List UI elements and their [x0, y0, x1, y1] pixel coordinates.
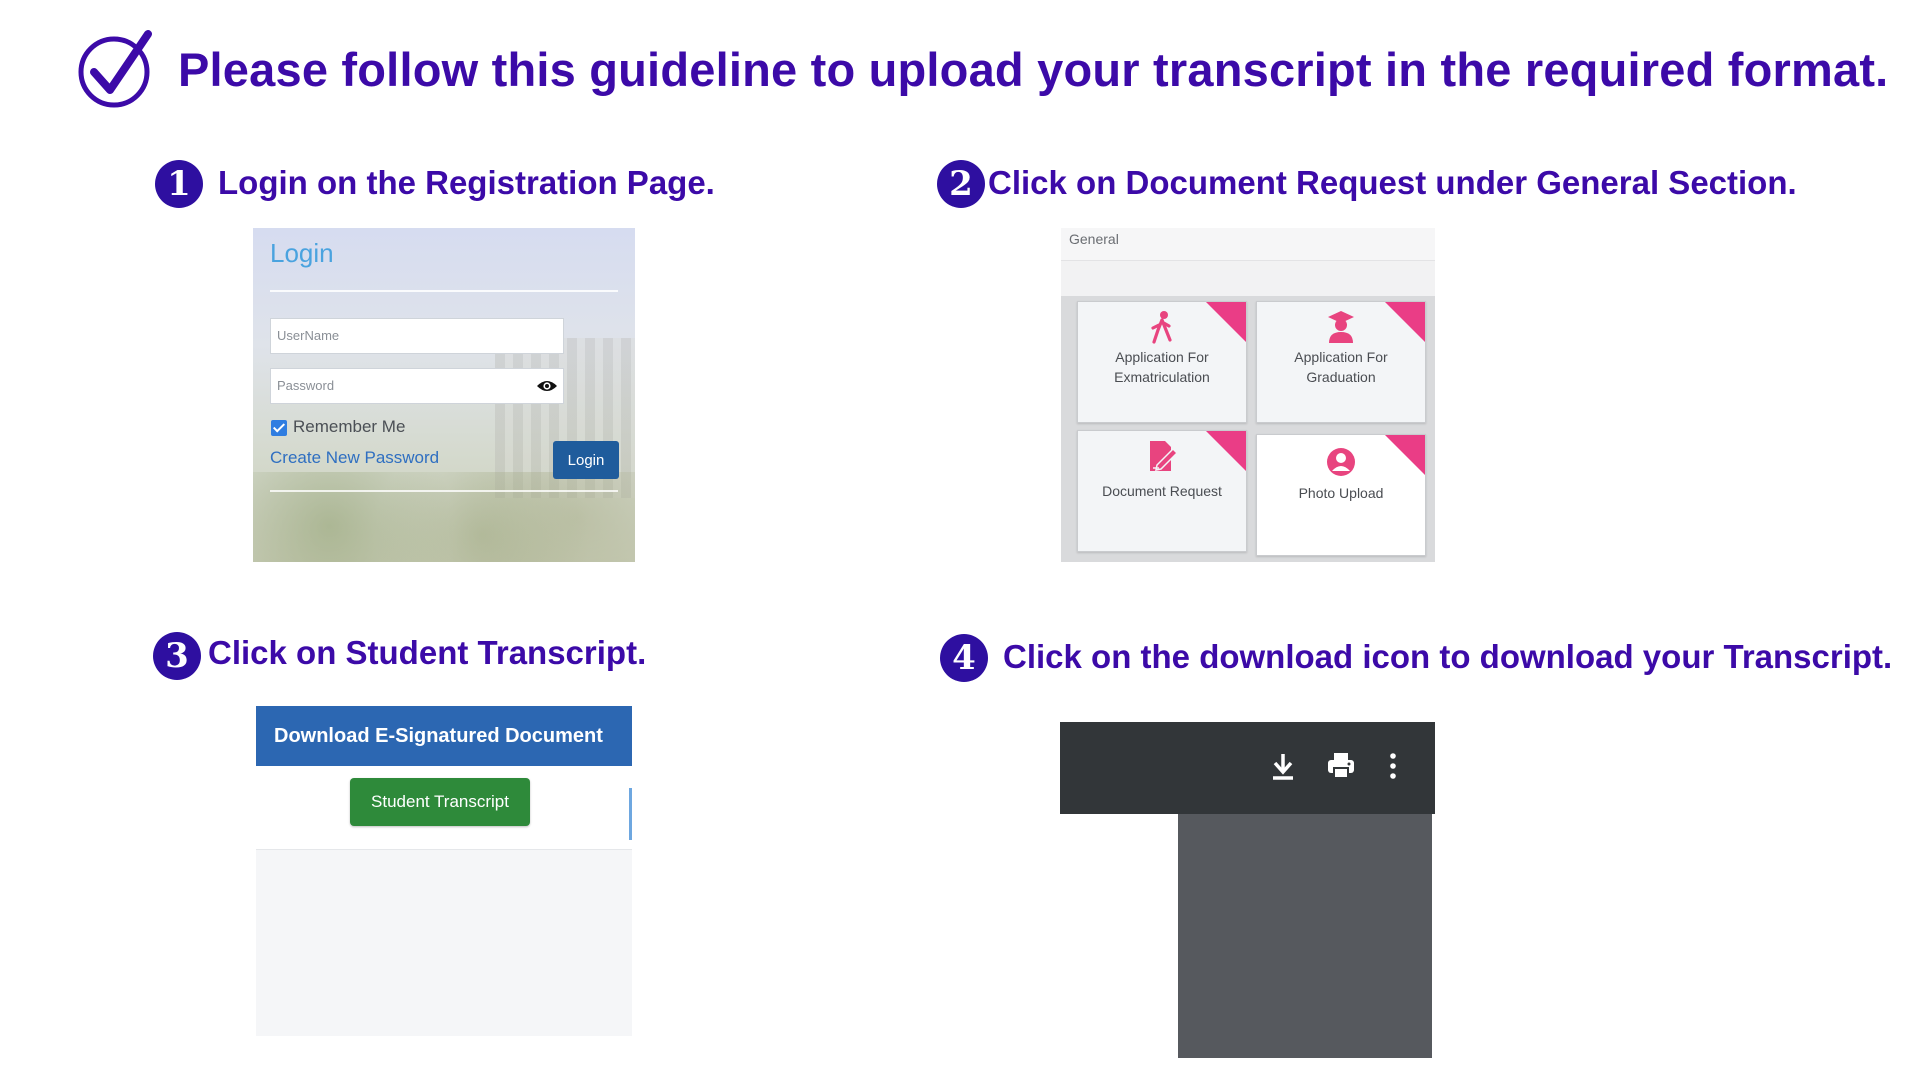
tile-graduation[interactable]: Application For Graduation [1256, 301, 1426, 423]
page-title: Please follow this guideline to upload y… [178, 43, 1889, 96]
general-label: General [1069, 231, 1119, 247]
remember-label: Remember Me [293, 417, 406, 436]
remember-checkbox[interactable] [271, 420, 287, 436]
login-screenshot: Login UserName Password Remember Me Crea… [253, 228, 635, 562]
more-vert-icon[interactable] [1377, 748, 1409, 784]
graduate-icon [1328, 311, 1354, 343]
divider [270, 290, 618, 292]
tile-label-line2: Graduation [1306, 369, 1376, 385]
tile-label-line1: Application For [1294, 349, 1388, 365]
tile-photo-upload[interactable]: Photo Upload [1256, 434, 1426, 556]
divider [270, 490, 618, 492]
esign-header: Download E-Signatured Document [256, 706, 632, 766]
tile-document-request[interactable]: Document Request [1077, 430, 1247, 552]
eye-icon[interactable] [536, 379, 558, 393]
login-title: Login [270, 238, 334, 268]
download-icon[interactable] [1267, 748, 1299, 784]
tile-label: Document Request [1102, 483, 1222, 499]
esign-body: Student Transcript [256, 766, 632, 850]
password-field[interactable]: Password [270, 368, 564, 404]
tile-label-line1: Application For [1115, 349, 1209, 365]
create-password-link[interactable]: Create New Password [270, 448, 439, 468]
step-1-badge: 1 [155, 160, 203, 208]
step-2-text: Click on Document Request under General … [988, 164, 1797, 201]
general-section-screenshot: General Application For Exmatriculation … [1061, 228, 1435, 562]
step-4-text: Click on the download icon to download y… [1003, 638, 1893, 675]
background-trees [253, 472, 635, 562]
step-3-text: Click on Student Transcript. [208, 634, 647, 671]
user-circle-icon [1327, 448, 1355, 476]
print-icon[interactable] [1325, 748, 1357, 784]
step-2-badge: 2 [937, 160, 985, 208]
viewer-toolbar [1060, 722, 1435, 814]
general-header: General [1061, 228, 1435, 261]
check-circle-icon [78, 30, 152, 108]
step-1-text: Login on the Registration Page. [218, 164, 715, 201]
tile-label: Photo Upload [1298, 485, 1384, 501]
student-transcript-button[interactable]: Student Transcript [350, 778, 530, 826]
login-button[interactable]: Login [553, 441, 619, 479]
username-field[interactable]: UserName [270, 318, 564, 354]
scroll-edge [629, 788, 632, 840]
tile-label-line2: Exmatriculation [1114, 369, 1210, 385]
step-4-badge: 4 [940, 634, 988, 682]
document-edit-icon [1150, 441, 1177, 471]
pdf-viewer-screenshot [1060, 722, 1435, 1058]
general-band [1061, 261, 1435, 296]
esign-screenshot: Download E-Signatured Document Student T… [256, 706, 632, 1036]
step-3-badge: 3 [153, 632, 201, 680]
tile-exmatriculation[interactable]: Application For Exmatriculation [1077, 301, 1247, 423]
walking-person-icon [1151, 311, 1172, 344]
document-page [1178, 814, 1432, 1058]
